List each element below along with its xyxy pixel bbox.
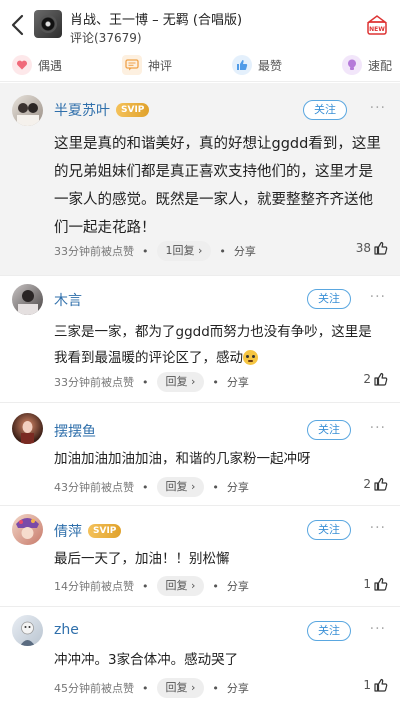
share-button[interactable]: 分享 <box>227 680 249 696</box>
lightbulb-icon <box>342 55 362 75</box>
like-count: 1 <box>363 577 371 591</box>
username[interactable]: 摆摆鱼 <box>54 421 96 441</box>
tab-quick-match[interactable]: 速配 <box>342 54 392 76</box>
like-button[interactable]: 2 <box>363 372 388 386</box>
like-count: 1 <box>363 678 371 692</box>
thumb-up-icon <box>374 372 388 386</box>
comment-meta: 33分钟前被点赞 • 回复 › • 分享 <box>54 372 386 392</box>
reply-button[interactable]: 回复 › <box>156 372 205 392</box>
follow-button[interactable]: 关注 <box>307 520 351 540</box>
comment-filter-tabs: 偶遇 神评 最赞 速配 <box>0 50 400 82</box>
avatar[interactable] <box>12 95 43 126</box>
username[interactable]: 半夏苏叶 SVIP <box>54 100 150 120</box>
like-button[interactable]: 2 <box>363 477 388 491</box>
thumb-icon <box>232 55 252 75</box>
more-options-icon[interactable]: ··· <box>370 100 386 116</box>
comment-meta: 43分钟前被点赞 • 回复 › • 分享 <box>54 477 386 497</box>
reply-button[interactable]: 回复 › <box>156 477 205 497</box>
comment-text: 三家是一家，都为了ggdd而努力也没有争吵，这里是我看到最温暖的评论区了，感动 <box>54 319 384 371</box>
more-options-icon[interactable]: ··· <box>370 420 386 436</box>
song-title: 肖战、王一博 – 无羁 (合唱版) <box>70 13 243 28</box>
username[interactable]: 木言 <box>54 290 82 310</box>
back-arrow-icon[interactable] <box>6 10 30 40</box>
svg-text:NEW: NEW <box>369 26 385 33</box>
like-count: 38 <box>355 241 371 255</box>
username[interactable]: 倩萍 SVIP <box>54 521 122 541</box>
tab-label: 神评 <box>148 58 173 73</box>
like-count: 2 <box>363 477 371 491</box>
comment-text: 这里是真的和谐美好，真的好想让ggdd看到，这里的兄弟姐妹们都是真正喜欢支持他们… <box>54 136 381 236</box>
comment-item: zhe 关注 ··· 冲冲冲。3家合体冲。感动哭了 45分钟前被点赞 • 回复 … <box>0 607 400 712</box>
like-count: 2 <box>363 372 371 386</box>
comment-item: 摆摆鱼 关注 ··· 加油加油加油加油，和谐的几家粉一起冲呀 43分钟前被点赞 … <box>0 403 400 506</box>
like-time: 33分钟前被点赞 <box>54 245 134 258</box>
like-time: 33分钟前被点赞 <box>54 376 134 389</box>
avatar[interactable] <box>12 514 43 545</box>
reply-button[interactable]: 1回复 › <box>156 241 212 261</box>
comment-item: 木言 关注 ··· 三家是一家，都为了ggdd而努力也没有争吵，这里是我看到最温… <box>0 276 400 403</box>
album-cover[interactable] <box>34 10 62 38</box>
like-time: 45分钟前被点赞 <box>54 682 134 695</box>
like-button[interactable]: 1 <box>363 678 388 692</box>
more-options-icon[interactable]: ··· <box>370 520 386 536</box>
tab-top-comments[interactable]: 神评 <box>122 54 172 76</box>
follow-button[interactable]: 关注 <box>307 420 351 440</box>
tab-label: 最赞 <box>258 58 283 73</box>
username-text[interactable]: 倩萍 <box>54 521 82 541</box>
like-button[interactable]: 1 <box>363 577 388 591</box>
username-text[interactable]: 木言 <box>54 290 82 310</box>
thumb-up-icon <box>374 678 388 692</box>
comment-meta: 14分钟前被点赞 • 回复 › • 分享 <box>54 576 386 596</box>
avatar[interactable] <box>12 615 43 646</box>
reply-button[interactable]: 回复 › <box>156 678 205 698</box>
share-button[interactable]: 分享 <box>227 374 249 390</box>
thumb-up-icon <box>374 241 388 255</box>
thumb-up-icon <box>374 477 388 491</box>
comment-text: 最后一天了，加油！！别松懈 <box>54 551 230 567</box>
comment-meta: 33分钟前被点赞 • 1回复 › • 分享 <box>54 241 386 261</box>
comment-text: 加油加油加油加油，和谐的几家粉一起冲呀 <box>54 451 311 467</box>
follow-button[interactable]: 关注 <box>307 621 351 641</box>
username[interactable]: zhe <box>54 622 79 638</box>
teary-emoji-icon <box>243 350 258 365</box>
more-options-icon[interactable]: ··· <box>370 621 386 637</box>
comment-item: 倩萍 SVIP 关注 ··· 最后一天了，加油！！别松懈 14分钟前被点赞 • … <box>0 506 400 607</box>
comments-page: 肖战、王一博 – 无羁 (合唱版) 评论(37679) NEW 偶遇 神评 最赞… <box>0 0 400 712</box>
share-button[interactable]: 分享 <box>234 243 256 259</box>
avatar[interactable] <box>12 284 43 315</box>
comment-text: 冲冲冲。3家合体冲。感动哭了 <box>54 652 239 668</box>
chat-icon <box>122 55 142 75</box>
like-time: 14分钟前被点赞 <box>54 580 134 593</box>
heart-icon <box>12 55 32 75</box>
svip-badge: SVIP <box>116 103 150 117</box>
reply-button[interactable]: 回复 › <box>156 576 205 596</box>
username-text[interactable]: 半夏苏叶 <box>54 100 110 120</box>
like-button[interactable]: 38 <box>356 241 388 255</box>
more-options-icon[interactable]: ··· <box>370 289 386 305</box>
comment-meta: 45分钟前被点赞 • 回复 › • 分享 <box>54 678 386 698</box>
comment-count: 评论(37679) <box>70 31 142 45</box>
svip-badge: SVIP <box>88 524 122 538</box>
tab-label: 偶遇 <box>38 58 63 73</box>
like-time: 43分钟前被点赞 <box>54 481 134 494</box>
tab-label: 速配 <box>368 58 393 73</box>
username-text[interactable]: zhe <box>54 622 79 638</box>
share-button[interactable]: 分享 <box>227 479 249 495</box>
avatar[interactable] <box>12 413 43 444</box>
new-badge-icon[interactable]: NEW <box>366 14 388 36</box>
comment-text-body: 三家是一家，都为了ggdd而努力也没有争吵，这里是我看到最温暖的评论区了，感动 <box>54 324 372 366</box>
header-bar: 肖战、王一博 – 无羁 (合唱版) 评论(37679) NEW <box>0 0 400 50</box>
share-button[interactable]: 分享 <box>227 578 249 594</box>
thumb-up-icon <box>374 577 388 591</box>
comment-item: 半夏苏叶 SVIP 关注 ··· 这里是真的和谐美好，真的好想让ggdd看到，这… <box>0 83 400 276</box>
username-text[interactable]: 摆摆鱼 <box>54 421 96 441</box>
tab-encounter[interactable]: 偶遇 <box>12 54 62 76</box>
tab-most-liked[interactable]: 最赞 <box>232 54 282 76</box>
follow-button[interactable]: 关注 <box>303 100 347 120</box>
follow-button[interactable]: 关注 <box>307 289 351 309</box>
